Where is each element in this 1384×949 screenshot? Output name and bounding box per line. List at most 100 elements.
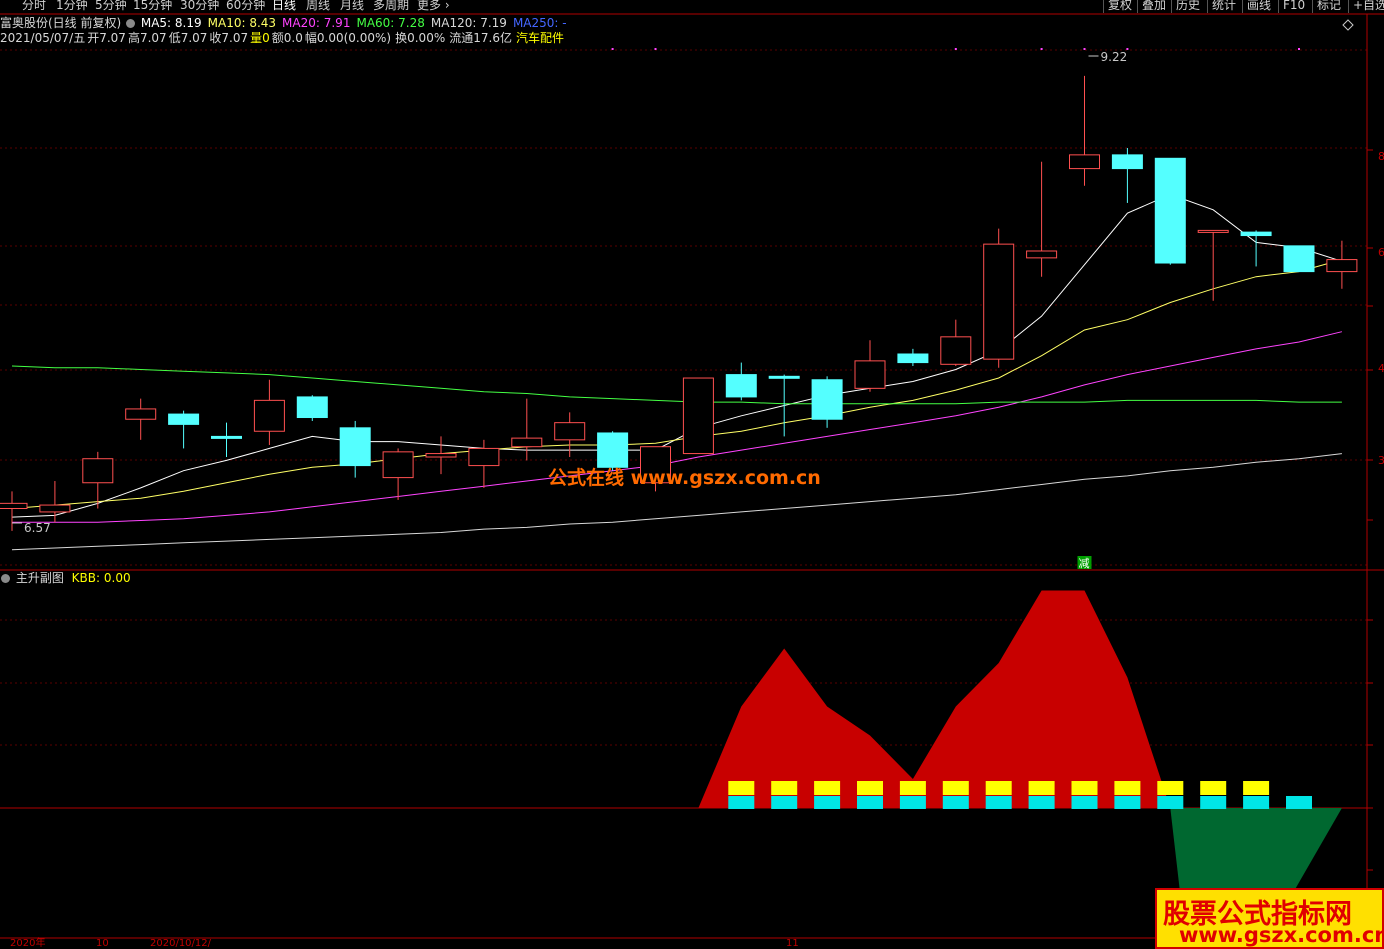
sell-marker-label: 减 <box>1079 557 1090 570</box>
sub-yellow-block <box>1028 781 1055 795</box>
y-tick-label: 4 <box>1378 362 1384 375</box>
candle-body <box>39 504 71 513</box>
stock-name[interactable]: 富奥股份(日线 前复权) <box>0 16 121 30</box>
y-tick-label: 6 <box>1378 246 1384 259</box>
period-tab-0[interactable]: 分时 <box>22 0 46 12</box>
quote-date: 2021/05/07/五 <box>0 31 86 45</box>
candle-body <box>125 408 157 420</box>
y-tick-label: 3 <box>1378 454 1384 467</box>
ma-info-line: 富奥股份(日线 前复权) MA5: 8.19 MA10: 8.43 MA20: 7.… <box>0 16 573 30</box>
ma-line-ma20 <box>12 331 1343 523</box>
kbb-value: KBB: 0.00 <box>71 571 131 585</box>
quote-close: 收7.07 <box>209 31 249 45</box>
settings-dot-icon[interactable] <box>126 19 136 28</box>
candle-body <box>1026 250 1058 259</box>
ma-legend-item: MA10: 8.43 <box>207 16 277 30</box>
period-tab-10[interactable]: 更多 › <box>417 0 450 12</box>
toolbar-separator <box>1348 0 1349 13</box>
sub-red-area <box>12 590 1342 808</box>
sub-yellow-block <box>771 781 798 795</box>
candle-body <box>682 377 714 455</box>
period-tab-3[interactable]: 15分钟 <box>133 0 172 12</box>
sub-settings-dot-icon[interactable] <box>1 574 10 583</box>
sub-chart-title: 主升副图 KBB: 0.00 <box>0 571 131 585</box>
event-dot <box>654 48 657 50</box>
period-tab-9[interactable]: 多周期 <box>373 0 409 12</box>
sub-yellow-block <box>728 781 755 795</box>
toolbar-button-2[interactable]: 历史 <box>1176 0 1200 12</box>
sub-cyan-block <box>942 796 969 809</box>
sub-cyan-block <box>1243 796 1270 809</box>
toolbar-button-1[interactable]: 叠加 <box>1142 0 1166 12</box>
event-dot <box>1298 48 1300 50</box>
ma-legend-item: MA250: - <box>512 16 567 30</box>
candle-body <box>82 458 114 484</box>
price-axis: 8 6 4 3 <box>1367 149 1384 871</box>
candle-body <box>725 374 757 398</box>
y-tick-label: 8 <box>1378 150 1384 163</box>
quote-open: 开7.07 <box>87 31 126 45</box>
quote-industry[interactable]: 汽车配件 <box>516 31 564 45</box>
candle-body <box>296 396 328 419</box>
period-tab-2[interactable]: 5分钟 <box>95 0 127 12</box>
toolbar-button-4[interactable]: 画线 <box>1247 0 1271 12</box>
quote-float: 流通17.6亿 <box>449 31 512 45</box>
period-tab-5[interactable]: 60分钟 <box>226 0 265 12</box>
event-dot <box>611 48 614 50</box>
candle-body <box>1111 154 1143 170</box>
toolbar-button-3[interactable]: 统计 <box>1212 0 1236 12</box>
candle-body <box>1326 259 1358 273</box>
moving-average-lines <box>11 193 1343 551</box>
period-toolbar: 分时 1分钟 5分钟 15分钟 30分钟 60分钟 日线 周线 月线 多周期 更多 › 复权 叠加 历史统… <box>0 0 1384 14</box>
low-label: 6.57 <box>24 521 51 535</box>
high-label: 9.22 <box>1101 50 1128 64</box>
candle-body <box>1240 231 1272 237</box>
sub-cyan-block <box>1157 796 1184 809</box>
event-dot <box>1083 48 1086 50</box>
sub-yellow-block <box>1157 781 1184 795</box>
candle-body <box>897 353 929 364</box>
toolbar-button-6[interactable]: 标记 <box>1317 0 1341 12</box>
period-tab-1[interactable]: 1分钟 <box>56 0 88 12</box>
date-label: 10 <box>96 938 109 949</box>
sub-cyan-block <box>857 796 883 809</box>
diamond-icon <box>1342 19 1354 31</box>
candle-body <box>940 336 972 365</box>
toolbar-separator <box>1103 0 1104 13</box>
sub-yellow-block <box>899 781 926 795</box>
sub-cyan-block <box>1028 796 1055 809</box>
sub-yellow-block <box>942 781 969 795</box>
sub-yellow-block <box>1071 781 1098 795</box>
candle-body <box>253 399 285 432</box>
sub-cyan-block <box>771 796 798 809</box>
quote-volume: 量0 <box>250 31 270 45</box>
period-tab-4[interactable]: 30分钟 <box>180 0 219 12</box>
ma-legend-item: MA20: 7.91 <box>282 16 351 30</box>
candle-body <box>382 451 414 479</box>
sub-cyan-block <box>1200 796 1227 809</box>
ma-legend-item: MA5: 8.19 <box>140 16 202 30</box>
toolbar-separator <box>1171 0 1172 13</box>
sub-cyan-block <box>814 796 841 809</box>
ma-legend-item: MA60: 7.28 <box>356 16 425 30</box>
candle-body <box>339 427 371 467</box>
sub-cyan-block <box>1114 796 1141 809</box>
sub-yellow-block <box>1200 781 1227 795</box>
candle-body <box>425 453 457 458</box>
site-badge: 股票公式指标网 www.gszx.com.cn <box>1155 888 1384 949</box>
badge-url: www.gszx.com.cn <box>1179 923 1384 947</box>
sub-chart-name[interactable]: 主升副图 <box>16 571 64 585</box>
toolbar-button-7[interactable]: +自选 <box>1353 0 1384 12</box>
quote-high: 高7.07 <box>127 31 167 45</box>
period-tab-6[interactable]: 日线 <box>272 0 296 12</box>
toolbar-button-0[interactable]: 复权 <box>1108 0 1132 12</box>
watermark: 公式在线 www.gszx.com.cn <box>548 467 821 489</box>
date-label: 2020/10/12/ <box>150 938 212 949</box>
period-tab-8[interactable]: 月线 <box>340 0 364 12</box>
toolbar-separator <box>1207 0 1208 13</box>
candle-body <box>811 379 843 420</box>
sub-indicator-chart <box>12 590 1342 920</box>
period-tab-7[interactable]: 周线 <box>306 0 330 12</box>
toolbar-separator <box>1137 0 1138 13</box>
toolbar-button-5[interactable]: F10 <box>1283 0 1305 12</box>
